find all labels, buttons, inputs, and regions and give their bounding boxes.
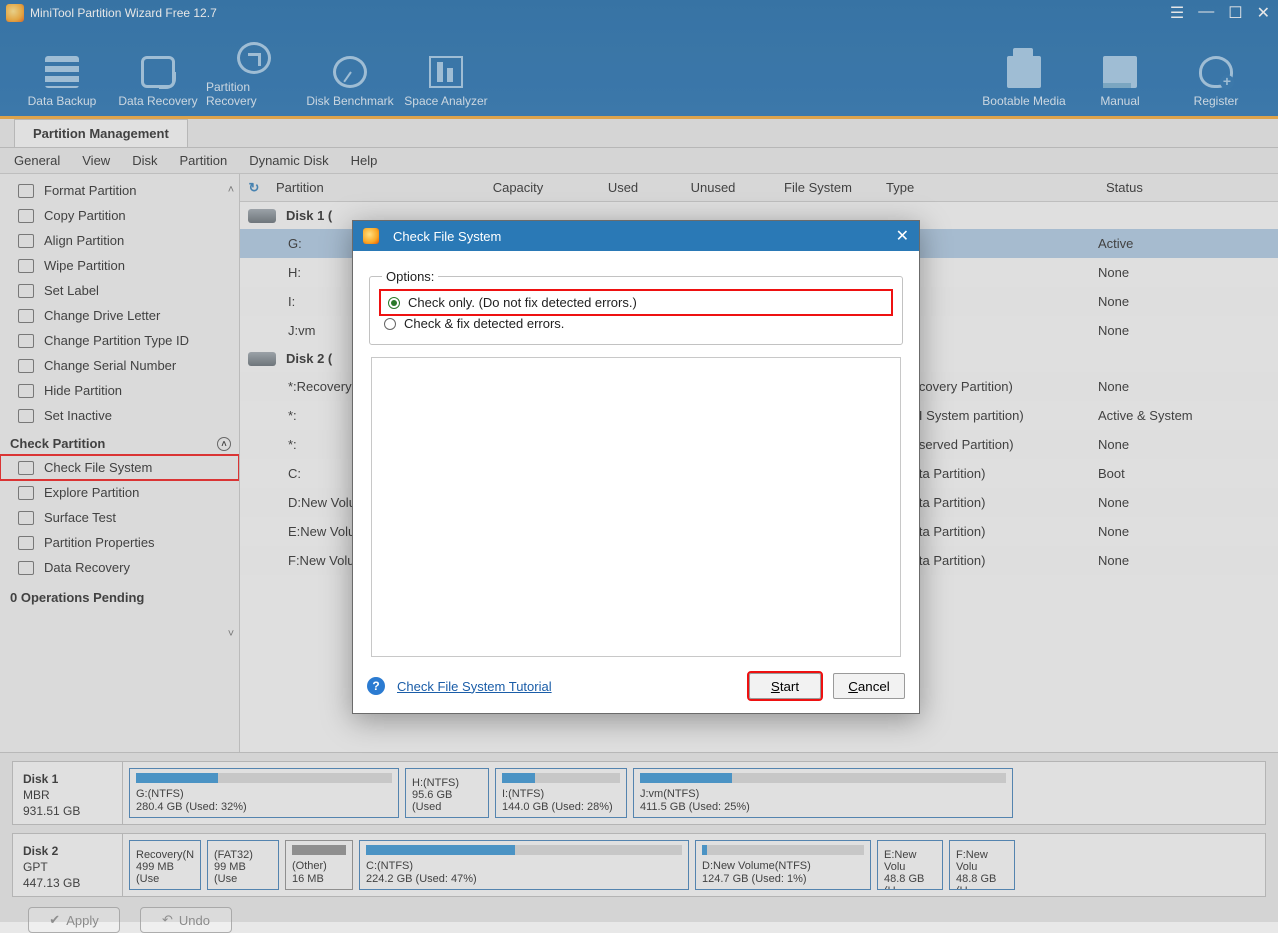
radio-icon [384,318,396,330]
tutorial-link[interactable]: Check File System Tutorial [397,679,552,694]
radio-check-fix[interactable]: Check & fix detected errors. [382,313,890,334]
radio-icon [388,297,400,309]
chevron-down-icon[interactable]: ˅ [228,628,234,640]
start-button[interactable]: Start [749,673,821,699]
dialog-close-icon[interactable]: ✕ [896,226,909,246]
log-area [371,357,901,657]
radio-check-only[interactable]: Check only. (Do not fix detected errors.… [382,292,890,313]
chevron-up-icon[interactable]: ˄ [228,184,234,196]
dialog-icon [363,228,379,244]
options-legend: Options: [382,269,438,284]
check-file-system-dialog: Check File System ✕ Options: Check only.… [352,220,920,714]
cancel-button[interactable]: Cancel [833,673,905,699]
dialog-title: Check File System [393,229,501,244]
help-icon[interactable]: ? [367,677,385,695]
